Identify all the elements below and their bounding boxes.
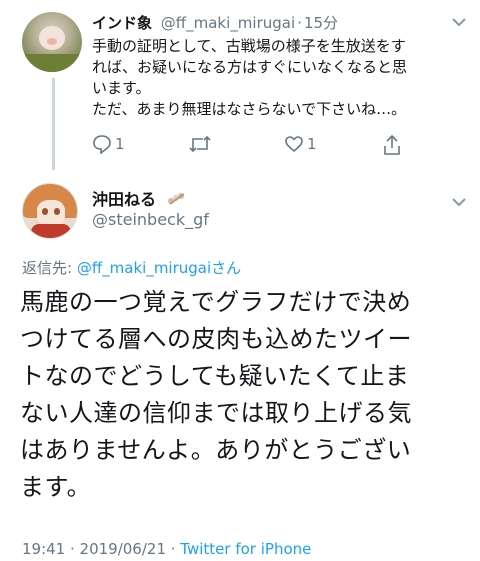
avatar[interactable] <box>22 12 82 72</box>
display-name[interactable]: 沖田ねる <box>92 186 188 211</box>
user-handle[interactable]: @steinbeck_gf <box>92 210 209 229</box>
tweet-line: います。 <box>92 79 151 97</box>
like-count: 1 <box>307 135 317 153</box>
tweet-line: ます。 <box>20 473 92 501</box>
tweet-header: インド象 @ff_maki_mirugai · 15分 <box>92 12 338 33</box>
share-icon <box>382 134 402 156</box>
retweet-button[interactable] <box>188 134 212 154</box>
like-icon <box>284 134 304 154</box>
tweet-line: 手動の証明として、古戦場の様子を生放送をす <box>92 37 406 55</box>
tweet-actions: 1 1 <box>92 134 432 158</box>
like-button[interactable]: 1 <box>284 134 317 154</box>
tweet-line: つけてる層への皮肉も込めたツイー <box>20 325 412 353</box>
chevron-down-icon[interactable] <box>452 16 466 31</box>
display-name[interactable]: インド象 <box>92 14 152 32</box>
source-link[interactable]: Twitter for iPhone <box>180 540 311 558</box>
tweet-line: れば、お疑いになる方はすぐにいなくなると思 <box>92 58 408 76</box>
reply-to-prefix: 返信先: <box>22 259 77 277</box>
tweet-line: ない人達の信仰までは取り上げる気 <box>20 399 412 427</box>
retweet-icon <box>188 134 212 154</box>
timestamp[interactable]: 19:41 · 2019/06/21 · <box>22 540 180 558</box>
tweet-text: 手動の証明として、古戦場の様子を生放送をす れば、お疑いになる方はすぐにいなくな… <box>92 36 462 120</box>
tweet-line: トなのでどうしても疑いたくて止ま <box>20 362 410 390</box>
reply-icon <box>92 134 112 154</box>
reply-count: 1 <box>115 135 125 153</box>
tweet-text: 馬鹿の一つ覚えでグラフだけで決め つけてる層への皮肉も込めたツイー トなのでどう… <box>20 284 470 506</box>
user-handle[interactable]: @ff_maki_mirugai <box>161 14 295 32</box>
reply-to-line: 返信先: @ff_maki_mirugaiさん <box>22 257 241 278</box>
display-name-text: 沖田ねる <box>92 190 157 209</box>
thread-line <box>52 78 55 170</box>
tweet-line: ただ、あまり無理はなさらないで下さいね…。 <box>92 100 407 118</box>
chevron-down-icon[interactable] <box>452 196 466 211</box>
separator: · <box>297 14 302 32</box>
tweet-time[interactable]: 15分 <box>304 14 338 32</box>
tweet-line: はありませんよ。ありがとうござい <box>20 436 412 464</box>
reply-button[interactable]: 1 <box>92 134 125 154</box>
tweet-meta: 19:41 · 2019/06/21 · Twitter for iPhone <box>22 540 311 558</box>
reply-to-user-link[interactable]: @ff_maki_mirugai <box>77 259 211 277</box>
flower-emoji-icon <box>166 191 188 211</box>
avatar[interactable] <box>22 183 78 239</box>
reply-to-suffix[interactable]: さん <box>211 259 241 277</box>
tweet-line: 馬鹿の一つ覚えでグラフだけで決め <box>20 288 412 316</box>
tweet-parent[interactable]: インド象 @ff_maki_mirugai · 15分 手動の証明として、古戦場の様… <box>0 0 480 170</box>
share-button[interactable] <box>382 134 402 156</box>
